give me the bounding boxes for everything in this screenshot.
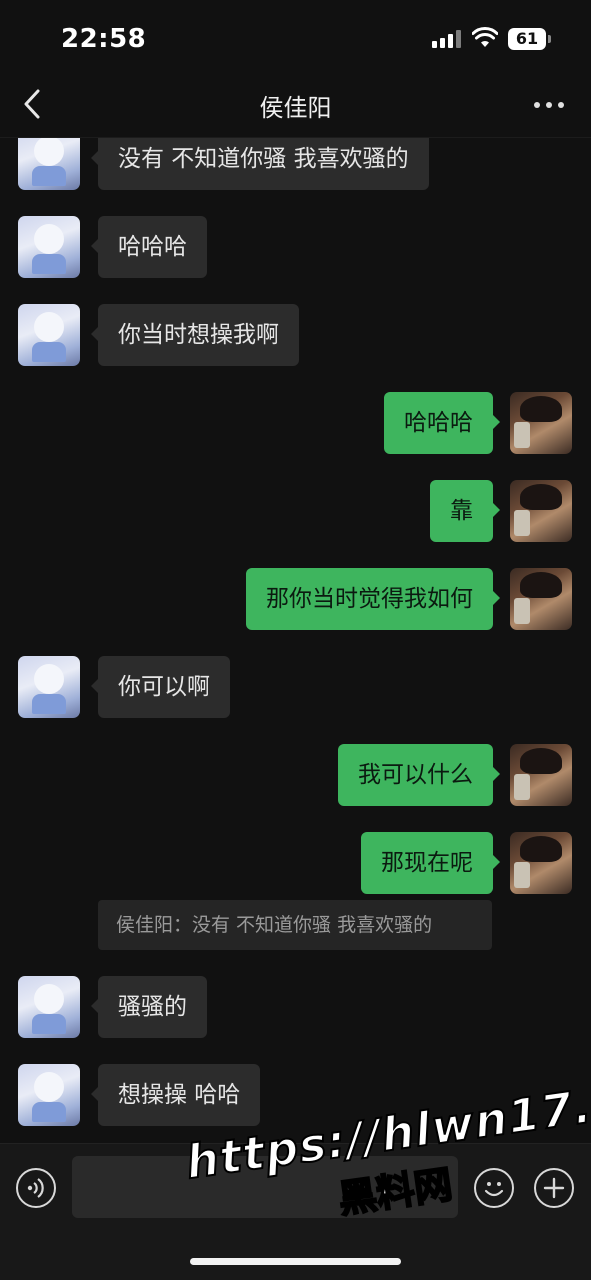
- input-bar: [0, 1143, 591, 1280]
- cellular-signal-icon: [432, 30, 462, 48]
- message-row: 哈哈哈: [0, 216, 591, 280]
- battery-level: 61: [508, 28, 546, 50]
- incoming-message-bubble[interactable]: 你可以啊: [91, 656, 230, 718]
- more-options-icon[interactable]: [532, 94, 566, 116]
- quoted-message[interactable]: 侯佳阳：没有 不知道你骚 我喜欢骚的: [98, 900, 492, 950]
- message-row: 想操操 哈哈: [0, 1064, 591, 1128]
- message-row: 靠: [0, 480, 591, 544]
- contact-avatar[interactable]: [18, 656, 80, 718]
- message-row: 那你当时觉得我如何: [0, 568, 591, 632]
- plus-icon[interactable]: [534, 1168, 574, 1208]
- incoming-message-bubble[interactable]: 你当时想操我啊: [91, 304, 299, 366]
- battery-icon: 61: [508, 28, 552, 50]
- contact-avatar[interactable]: [18, 976, 80, 1038]
- outgoing-message-bubble[interactable]: 哈哈哈: [384, 392, 500, 454]
- emoji-icon[interactable]: [474, 1168, 514, 1208]
- outgoing-message-bubble[interactable]: 靠: [430, 480, 500, 542]
- message-row: 哈哈哈: [0, 392, 591, 456]
- incoming-message-bubble[interactable]: 没有 不知道你骚 我喜欢骚的: [91, 138, 429, 190]
- message-row: 骚骚的: [0, 976, 591, 1040]
- chat-title: 侯佳阳: [259, 94, 332, 122]
- status-time: 22:58: [61, 24, 147, 54]
- voice-icon[interactable]: [16, 1168, 56, 1208]
- self-avatar[interactable]: [510, 392, 572, 454]
- message-row: 你当时想操我啊: [0, 304, 591, 368]
- message-list[interactable]: 没有 不知道你骚 我喜欢骚的 哈哈哈 你当时想操我啊 哈哈哈 靠 那你当时觉得我…: [0, 138, 591, 1143]
- status-bar: 22:58 61: [0, 0, 591, 72]
- message-row: 我可以什么: [0, 744, 591, 808]
- self-avatar[interactable]: [510, 832, 572, 894]
- chat-header: 侯佳阳: [0, 72, 591, 138]
- message-input[interactable]: [72, 1156, 458, 1218]
- contact-avatar[interactable]: [18, 304, 80, 366]
- message-row: 没有 不知道你骚 我喜欢骚的: [0, 138, 591, 192]
- contact-avatar[interactable]: [18, 1064, 80, 1126]
- incoming-message-bubble[interactable]: 想操操 哈哈: [90, 1064, 261, 1126]
- self-avatar[interactable]: [510, 480, 572, 542]
- contact-avatar[interactable]: [18, 138, 80, 190]
- wifi-icon: [472, 27, 498, 47]
- contact-avatar[interactable]: [18, 216, 80, 278]
- message-row: 你可以啊: [0, 656, 591, 720]
- message-row: 那现在呢: [0, 832, 591, 896]
- self-avatar[interactable]: [510, 568, 572, 630]
- outgoing-message-bubble[interactable]: 那你当时觉得我如何: [246, 568, 500, 630]
- incoming-message-bubble[interactable]: 骚骚的: [91, 976, 207, 1038]
- outgoing-message-bubble[interactable]: 我可以什么: [338, 744, 500, 806]
- self-avatar[interactable]: [510, 744, 572, 806]
- incoming-message-bubble[interactable]: 哈哈哈: [91, 216, 207, 278]
- outgoing-message-bubble[interactable]: 那现在呢: [361, 832, 500, 894]
- home-indicator[interactable]: [190, 1258, 401, 1265]
